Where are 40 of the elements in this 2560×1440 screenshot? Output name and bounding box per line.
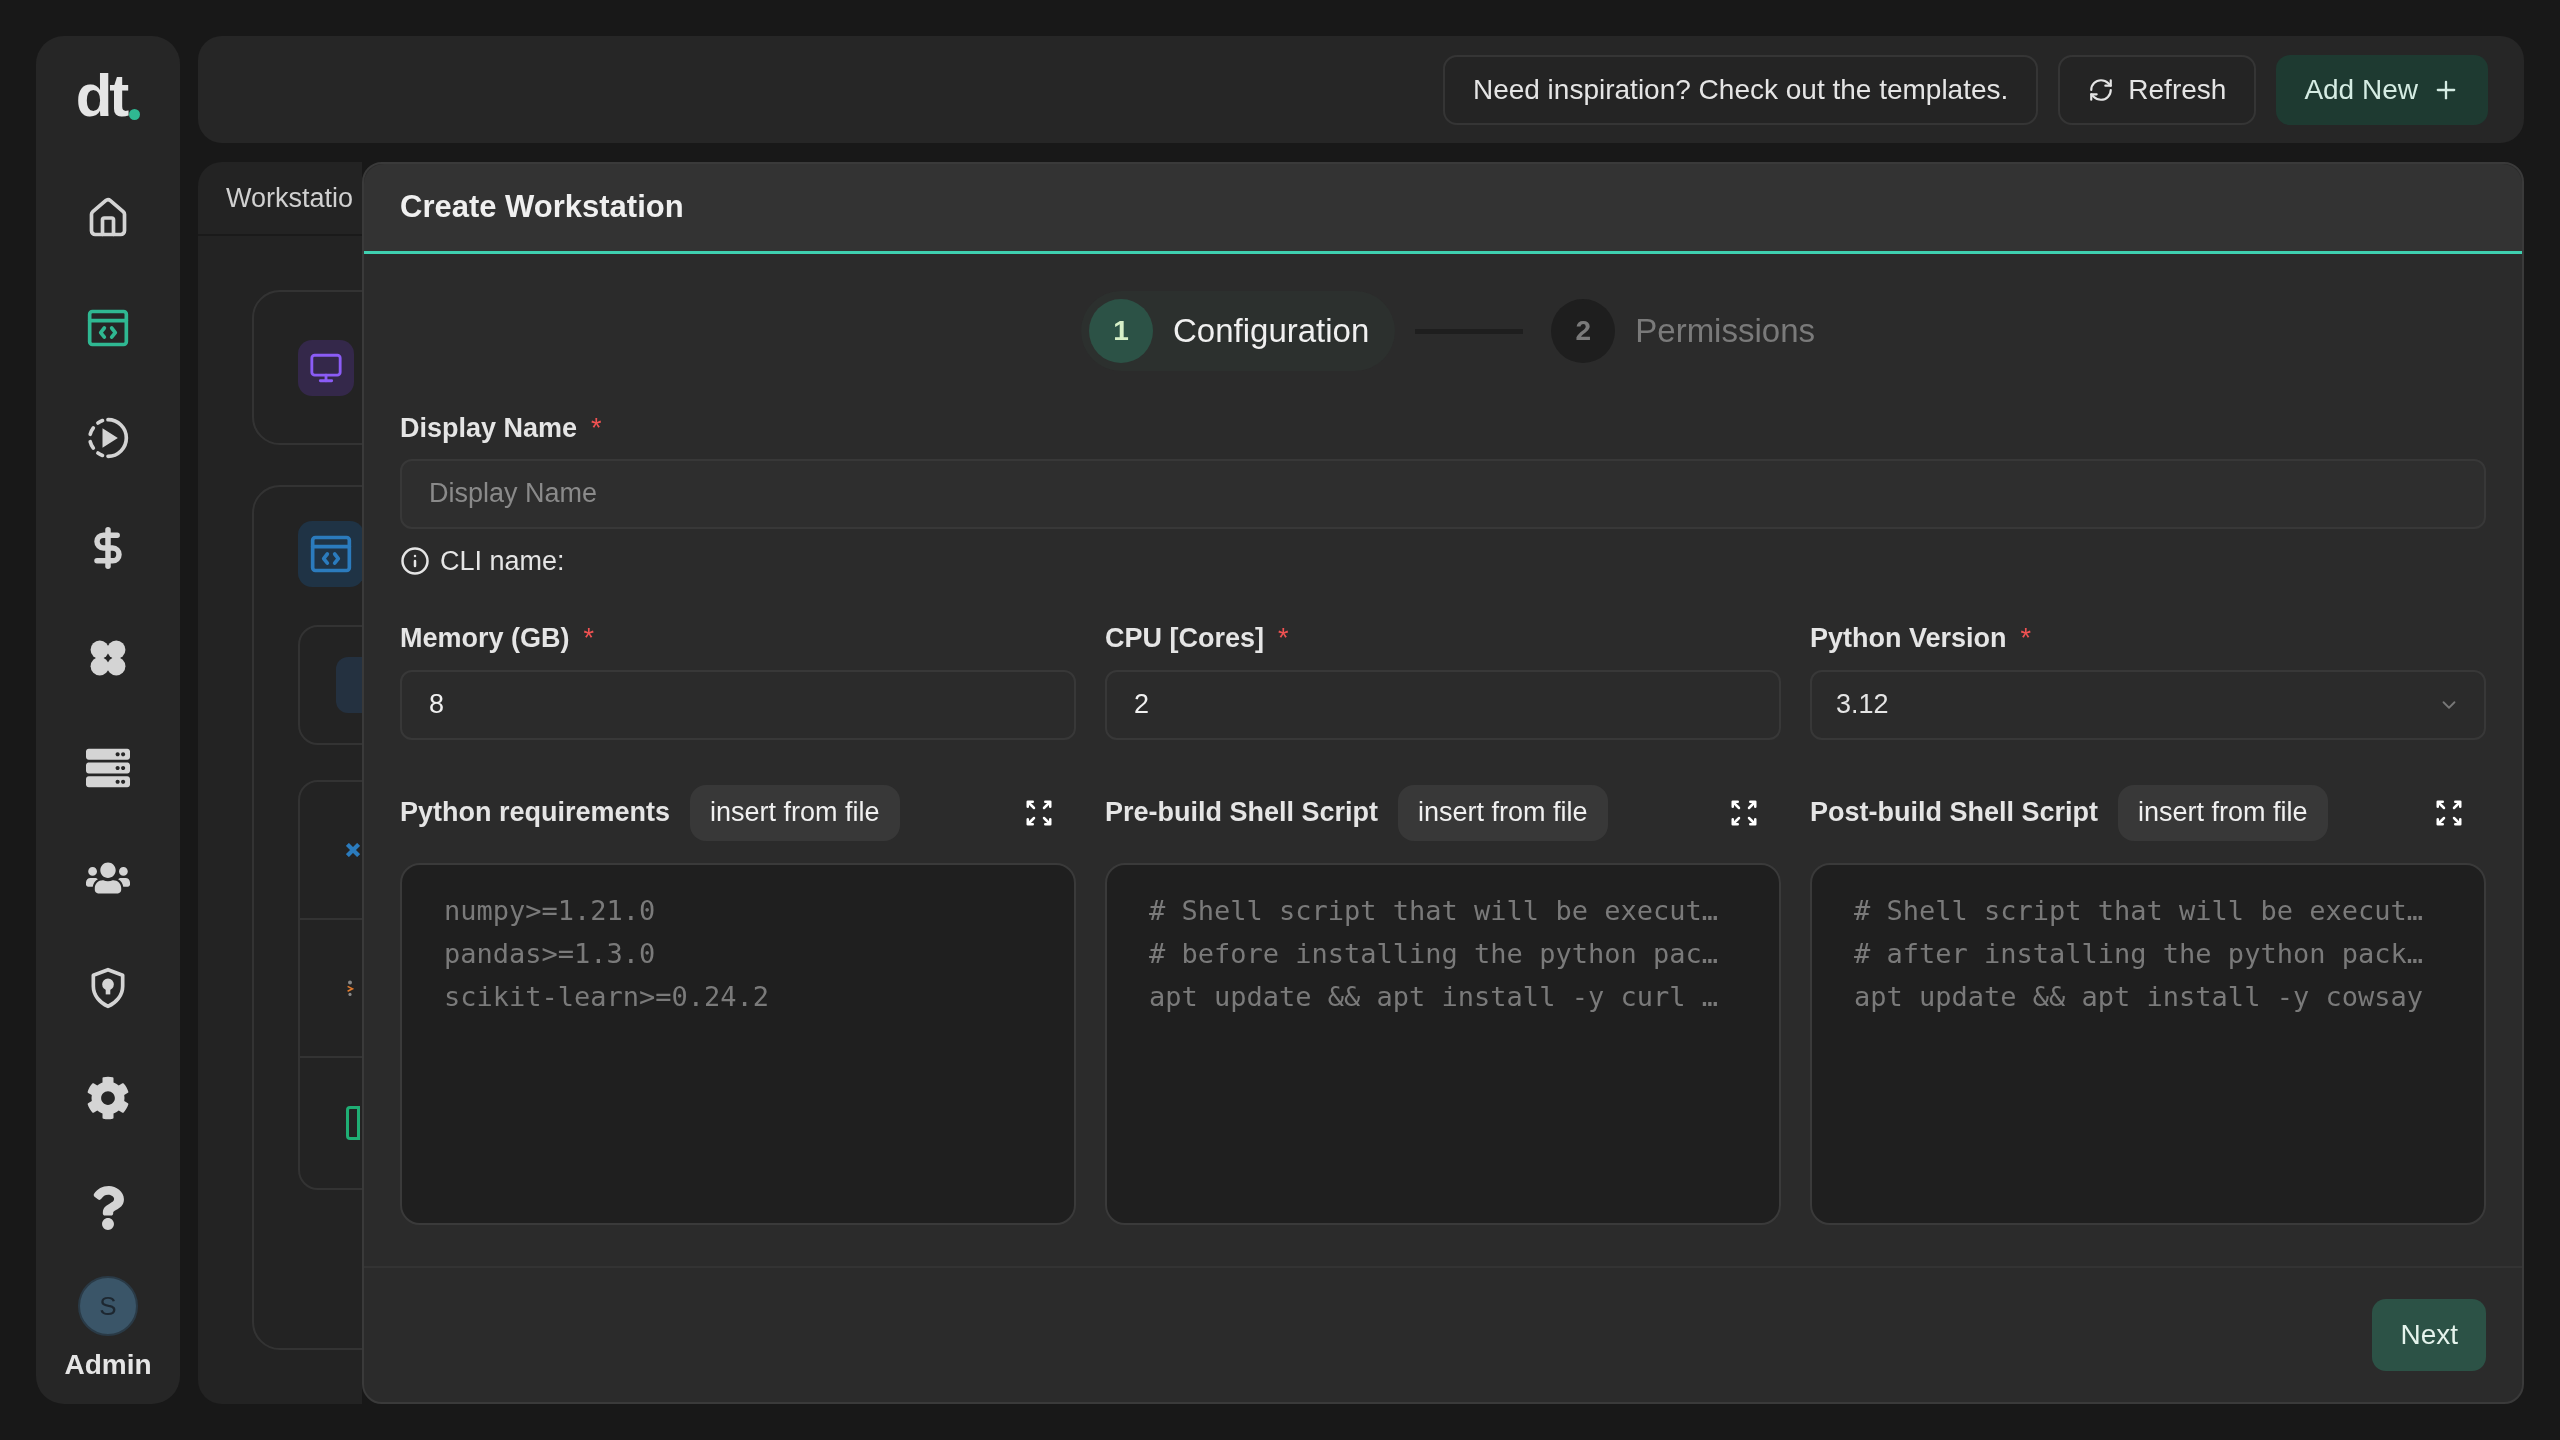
required-mark: * [2020,622,2032,655]
monitor-icon [298,339,354,396]
display-name-field[interactable]: Display Name [400,458,2486,529]
refresh-icon [2088,76,2115,103]
code-window-icon [298,521,362,587]
step[interactable]: 2 Permissions [1543,291,1841,371]
required-mark: * [1278,622,1289,655]
script-field[interactable]: numpy>=1.21.0 pandas>=1.3.0 scikit-learn>=0.24.2 [400,862,1076,1225]
templates-button[interactable]: Need inspiration? Check out the templates. [1442,54,2039,125]
step[interactable]: 1 Configuration [1081,291,1396,371]
cli-name-label: CLI name: [440,544,565,578]
script-field[interactable]: # Shell script that will be execut… # before installing the python pac… apt update && apt install -y curl … [1105,862,1781,1225]
expand-icon[interactable] [2434,797,2464,828]
expand-icon[interactable] [1024,797,1054,828]
required-mark: * [591,412,602,445]
field-label: Python Version [1810,622,2007,655]
insert-file-button[interactable]: insert from file [1398,784,1608,841]
x-icon [346,843,360,857]
script-field[interactable]: # Shell script that will be execut… # after installing the python pack… apt update && apt install -y cowsay [1810,862,2486,1225]
info-icon [400,545,430,576]
version-select[interactable]: 3.12 [1810,669,2486,740]
field-label: Display Name [400,412,578,445]
refresh-button[interactable]: Refresh [2058,54,2257,125]
field-label: Memory (GB) [400,622,570,655]
script-label: Post-build Shell Script [1810,796,2099,830]
script-label: Python requirements [400,796,671,830]
field-label: CPU [Cores] [1105,622,1265,655]
expand-icon[interactable] [1729,797,1759,828]
user-name: Admin [64,1348,152,1382]
script-label: Pre-build Shell Script [1105,796,1379,830]
tab-label[interactable]: Workstatio [226,177,354,219]
dialog-title: Create Workstation [400,188,684,227]
insert-file-button[interactable]: insert from file [690,784,900,841]
insert-file-button[interactable]: insert from file [2118,784,2328,841]
number-field[interactable]: 2 [1105,669,1781,740]
logo[interactable]: dt [75,66,141,126]
next-button[interactable]: Next [2372,1299,2486,1371]
add-new-button[interactable]: Add New [2276,54,2488,125]
number-field[interactable]: 8 [400,669,1076,740]
required-mark: * [583,622,595,655]
